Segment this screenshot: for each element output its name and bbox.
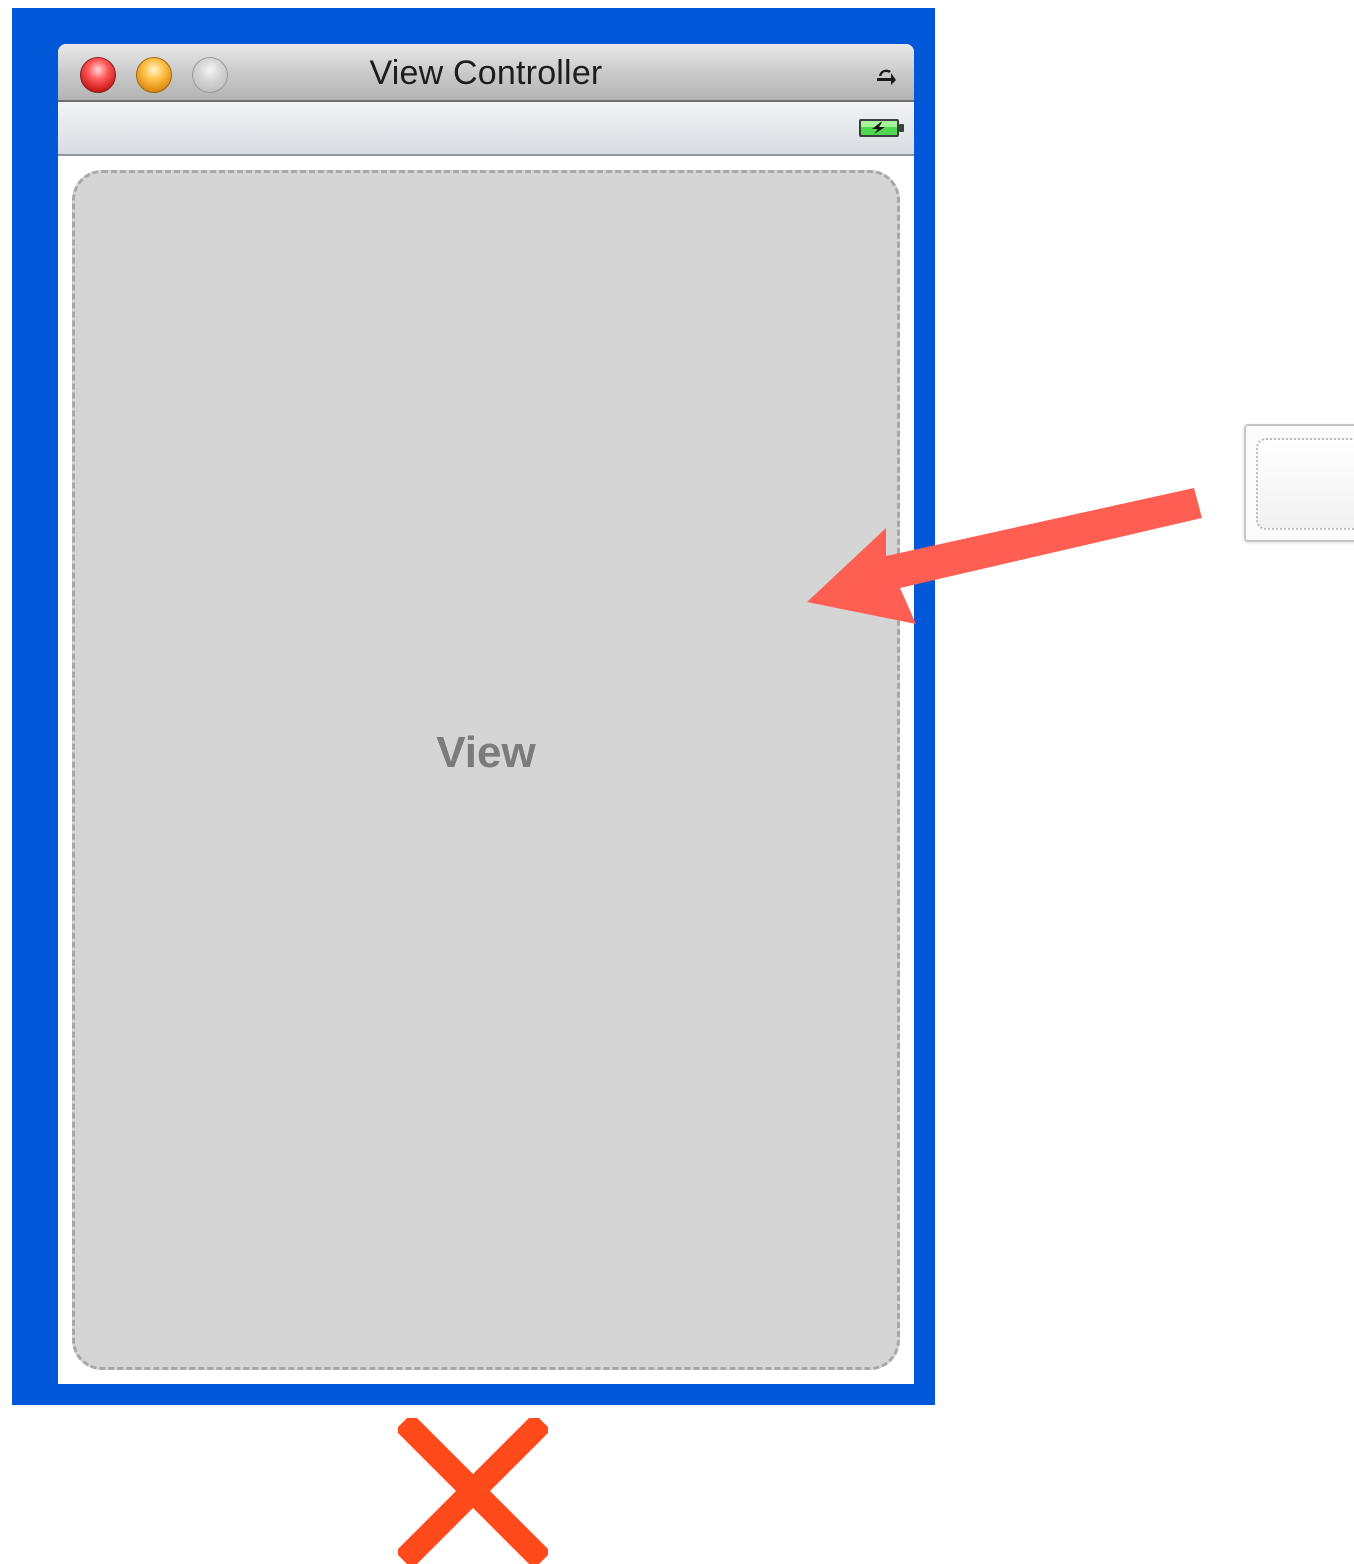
- view-placeholder[interactable]: View: [72, 170, 900, 1370]
- status-bar: [58, 102, 914, 156]
- library-view-object[interactable]: [1244, 424, 1354, 542]
- rotate-icon[interactable]: [874, 62, 898, 86]
- selected-view-controller-frame[interactable]: View Controller View: [12, 8, 935, 1405]
- view-controller-window[interactable]: View Controller View: [58, 44, 914, 1384]
- view-object-icon: [1256, 438, 1354, 530]
- battery-charging-icon: [859, 119, 904, 137]
- x-mark-icon: [398, 1418, 548, 1564]
- window-title-bar[interactable]: View Controller: [58, 44, 914, 102]
- arrow-left-icon: [807, 488, 1202, 624]
- view-label: View: [436, 728, 536, 777]
- window-title: View Controller: [369, 54, 603, 92]
